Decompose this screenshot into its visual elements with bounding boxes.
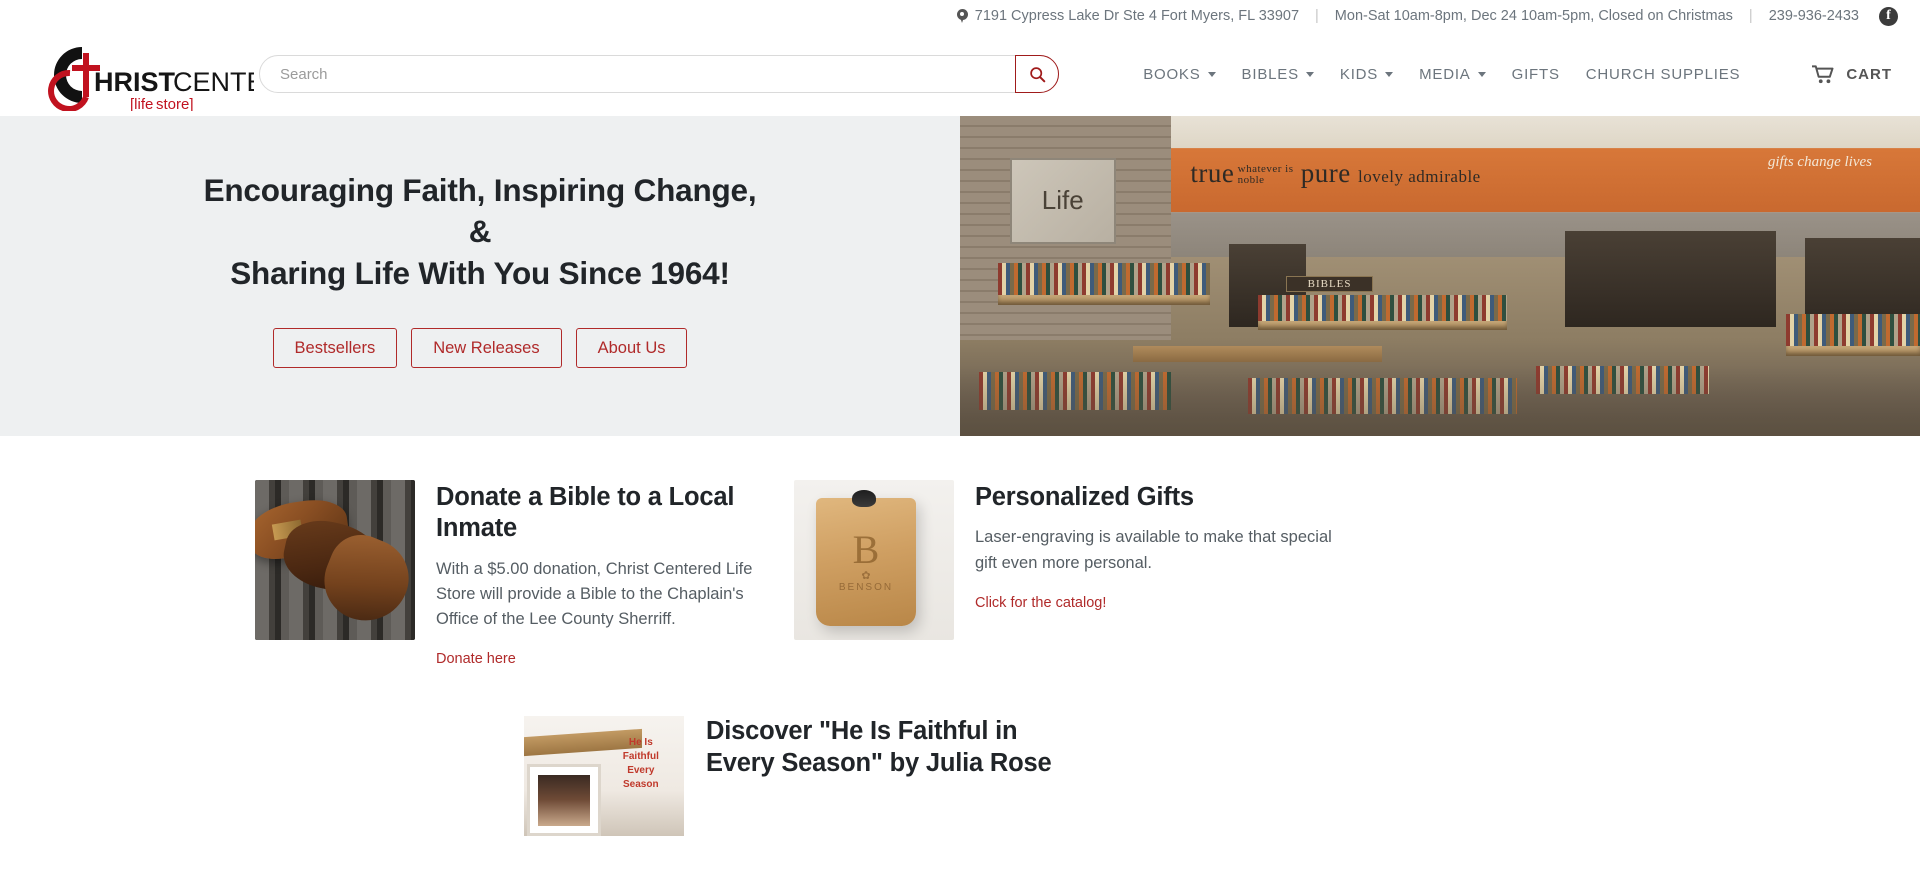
board-sprig-icon: ✿ [861, 570, 871, 583]
search-bar [259, 55, 1059, 93]
search-submit-button[interactable] [1015, 55, 1059, 93]
discover-overlay-l2: Faithful [622, 750, 659, 762]
svg-text:HRIST: HRIST [94, 67, 176, 97]
nav-label-church-supplies: CHURCH SUPPLIES [1585, 65, 1741, 83]
discover-title-line-2: Every Season" by Julia Rose [706, 749, 1052, 778]
donate-bible-text: With a $5.00 donation, Christ Centered L… [436, 559, 753, 629]
discover-image-overlay-text: He Is Faithful Every Season [604, 736, 678, 793]
feature-card-personalized-gifts: B ✿ BENSON Personalized Gifts Laser-engr… [794, 480, 1334, 668]
discover-book-image: He Is Faithful Every Season [524, 716, 684, 837]
discover-book-title: Discover "He Is Faithful in Every Season… [706, 716, 1052, 836]
hero-copy-block: Encouraging Faith, Inspiring Change, & S… [0, 116, 960, 436]
hero-photo-gifts-sign: gifts change lives [1767, 154, 1872, 171]
personalized-gifts-text: Laser-engraving is available to make tha… [975, 528, 1332, 572]
about-us-button[interactable]: About Us [575, 328, 688, 369]
search-icon [1029, 66, 1045, 82]
svg-text:[life: [life [130, 96, 153, 111]
discover-overlay-l3: Every [627, 764, 655, 776]
donate-bible-body: Donate a Bible to a Local Inmate With a … [436, 480, 755, 668]
discover-overlay-l4: Season [623, 779, 659, 791]
site-header: HRIST CENTERED [life store] BOOKS BIBLES… [0, 32, 1920, 116]
feature-cards-row: Donate a Bible to a Local Inmate With a … [0, 436, 1920, 669]
search-input[interactable] [259, 55, 1059, 93]
cart-button[interactable]: CART [1812, 64, 1892, 84]
donate-bible-title: Donate a Bible to a Local Inmate [436, 483, 735, 543]
chevron-down-icon [1207, 71, 1216, 77]
nav-item-books[interactable]: BOOKS [1143, 65, 1216, 83]
hero-title-line-1: Encouraging Faith, Inspiring Change, & [203, 171, 757, 250]
shopping-cart-icon [1812, 64, 1834, 83]
board-name: BENSON [838, 582, 894, 594]
feature-card-donate-bible: Donate a Bible to a Local Inmate With a … [255, 480, 755, 668]
personalized-gifts-title: Personalized Gifts [975, 483, 1194, 511]
discover-book-section: He Is Faithful Every Season Discover "He… [524, 716, 1424, 837]
hero-photo-life-sign: Life [1009, 157, 1116, 244]
hero-store-photo: Life true whatever is noble pure lovely … [960, 116, 1920, 436]
nav-item-kids[interactable]: KIDS [1339, 65, 1394, 83]
svg-text:CENTERED: CENTERED [173, 67, 254, 97]
cart-label: CART [1846, 65, 1892, 83]
hero-button-group: Bestsellers New Releases About Us [272, 328, 688, 369]
nav-item-media[interactable]: MEDIA [1419, 66, 1486, 83]
store-address-text: 7191 Cypress Lake Dr Ste 4 Fort Myers, F… [974, 8, 1300, 24]
nav-label-kids: KIDS [1339, 65, 1379, 83]
nav-item-bibles[interactable]: BIBLES [1242, 66, 1314, 83]
nav-label-bibles: BIBLES [1241, 65, 1299, 83]
hero-title: Encouraging Faith, Inspiring Change, & S… [190, 170, 770, 295]
nav-label-media: MEDIA [1419, 65, 1471, 83]
facebook-icon[interactable]: f [1879, 6, 1898, 26]
chevron-down-icon [1385, 71, 1394, 77]
map-pin-icon [956, 8, 968, 24]
donate-bible-image [255, 480, 415, 640]
utility-topbar: 7191 Cypress Lake Dr Ste 4 Fort Myers, F… [0, 0, 1920, 32]
gift-catalog-link[interactable]: Click for the catalog! [975, 595, 1106, 611]
topbar-separator-1: | [1315, 8, 1319, 24]
topbar-separator-2: | [1748, 8, 1753, 24]
store-phone-link[interactable]: 239-936-2433 [1769, 8, 1859, 24]
svg-text:store]: store] [156, 96, 194, 111]
main-navigation: BOOKS BIBLES KIDS MEDIA GIFTS CHURCH SUP… [1143, 64, 1898, 84]
donate-here-link[interactable]: Donate here [436, 651, 516, 667]
new-releases-button[interactable]: New Releases [411, 328, 562, 369]
hero-section: Encouraging Faith, Inspiring Change, & S… [0, 116, 1920, 436]
hero-photo-wall-text: true whatever is noble pure lovely admir… [1190, 157, 1481, 188]
bestsellers-button[interactable]: Bestsellers [272, 328, 398, 369]
hero-photo-bibles-sign: BIBLES [1286, 276, 1373, 292]
board-monogram: B [852, 526, 880, 572]
chevron-down-icon [1305, 71, 1314, 77]
personalized-gifts-image: B ✿ BENSON [794, 480, 954, 640]
personalized-gifts-body: Personalized Gifts Laser-engraving is av… [975, 480, 1334, 668]
nav-label-books: BOOKS [1143, 65, 1201, 83]
site-logo[interactable]: HRIST CENTERED [life store] [24, 39, 254, 111]
discover-overlay-l1: He Is [628, 736, 653, 748]
nav-item-church-supplies[interactable]: CHURCH SUPPLIES [1586, 66, 1741, 83]
hero-title-line-2: Sharing Life With You Since 1964! [230, 254, 730, 291]
nav-item-gifts[interactable]: GIFTS [1512, 66, 1560, 83]
discover-title-line-1: Discover "He Is Faithful in [706, 717, 1018, 746]
store-address: 7191 Cypress Lake Dr Ste 4 Fort Myers, F… [956, 8, 1300, 24]
store-hours-text: Mon-Sat 10am-8pm, Dec 24 10am-5pm, Close… [1334, 8, 1733, 24]
nav-label-gifts: GIFTS [1511, 65, 1560, 83]
chevron-down-icon [1477, 71, 1486, 77]
